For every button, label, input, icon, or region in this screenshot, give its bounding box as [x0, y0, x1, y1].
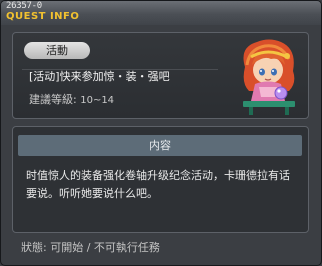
level-range: 10~14 — [80, 95, 115, 106]
quest-summary-panel: 活動 [活动]快来参加惊・装・强吧 建議等級: 10~14 — [12, 32, 309, 119]
quest-name: [活动]快来参加惊・装・强吧 — [29, 70, 170, 83]
quest-description: 时值惊人的装备强化卷轴升级纪念活动，卡珊德拉有话要说。听听她要说什么吧。 — [26, 169, 290, 200]
quest-id: 26357-0 — [6, 1, 42, 11]
status-value: 可開始 / 不可執行任務 — [50, 241, 160, 254]
quest-info-window: 26357-0 QUEST INFO 活動 [活动]快来参加惊・装・强吧 建議等… — [0, 0, 322, 266]
title-bar[interactable]: 26357-0 QUEST INFO — [1, 1, 321, 25]
quest-status: 狀態: 可開始 / 不可執行任務 — [21, 239, 160, 255]
quest-detail-panel: 内容 时值惊人的装备强化卷轴升级纪念活动，卡珊德拉有话要说。听听她要说什么吧。 — [12, 126, 309, 233]
window-title: QUEST INFO — [6, 11, 80, 22]
npc-portrait-icon — [235, 37, 303, 117]
status-label: 狀態: — [21, 241, 47, 254]
recommended-level: 建議等級: 10~14 — [29, 91, 114, 107]
summary-divider — [22, 69, 218, 70]
level-label: 建議等級: — [29, 93, 77, 106]
content-header: 内容 — [18, 135, 302, 156]
category-tag: 活動 — [24, 42, 90, 59]
